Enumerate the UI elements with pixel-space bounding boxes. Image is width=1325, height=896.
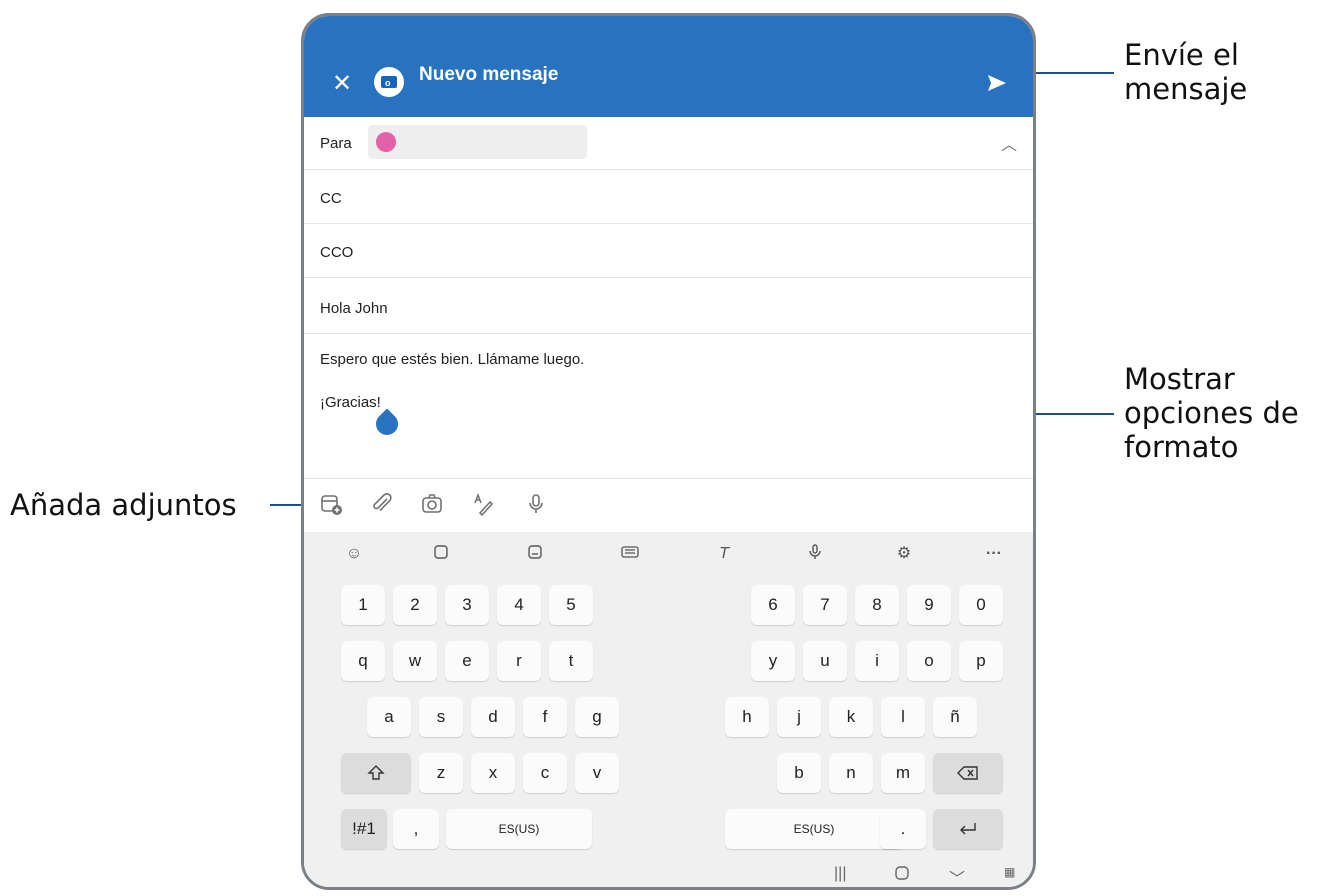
callout-format-line3: formato xyxy=(1124,430,1239,464)
key-z[interactable]: z xyxy=(419,753,463,793)
key-v[interactable]: v xyxy=(575,753,619,793)
callout-format: Mostrar opciones de formato xyxy=(1124,362,1299,464)
home-icon[interactable] xyxy=(894,865,910,886)
key-g[interactable]: g xyxy=(575,697,619,737)
subject-field[interactable]: Hola John xyxy=(304,278,1033,334)
key-8[interactable]: 8 xyxy=(855,585,899,625)
paperclip-icon[interactable] xyxy=(370,492,396,518)
key-0[interactable]: 0 xyxy=(959,585,1003,625)
comma-key[interactable]: , xyxy=(393,809,439,849)
key-m[interactable]: m xyxy=(881,753,925,793)
subject-text: Hola John xyxy=(320,300,388,317)
keyboard-hide-icon[interactable]: ▦ xyxy=(1004,865,1015,879)
emoji-icon[interactable]: ☺ xyxy=(344,544,364,564)
callout-format-line2: opciones de xyxy=(1124,396,1299,430)
key-6[interactable]: 6 xyxy=(751,585,795,625)
handwriting-icon[interactable]: T xyxy=(714,544,734,564)
period-key[interactable]: . xyxy=(880,809,926,849)
key-q[interactable]: q xyxy=(341,641,385,681)
keyboard-mode-icon[interactable] xyxy=(525,544,545,564)
message-body[interactable]: Espero que estés bien. Llámame luego. ¡G… xyxy=(304,334,1033,478)
key-5[interactable]: 5 xyxy=(549,585,593,625)
key-o[interactable]: o xyxy=(907,641,951,681)
microphone-icon[interactable] xyxy=(524,492,550,518)
message-line-2: ¡Gracias! xyxy=(320,394,381,411)
key-3[interactable]: 3 xyxy=(445,585,489,625)
key-r[interactable]: r xyxy=(497,641,541,681)
bcc-field[interactable]: CCO xyxy=(304,224,1033,278)
key-b[interactable]: b xyxy=(777,753,821,793)
key-h[interactable]: h xyxy=(725,697,769,737)
key-k[interactable]: k xyxy=(829,697,873,737)
key-u[interactable]: u xyxy=(803,641,847,681)
keyboard-icon[interactable] xyxy=(620,544,640,564)
cc-label: CC xyxy=(320,190,342,207)
key-t[interactable]: t xyxy=(549,641,593,681)
shift-icon[interactable] xyxy=(341,753,411,793)
key-i[interactable]: i xyxy=(855,641,899,681)
clipboard-icon[interactable] xyxy=(431,544,451,564)
key-l[interactable]: l xyxy=(881,697,925,737)
key-2[interactable]: 2 xyxy=(393,585,437,625)
key-j[interactable]: j xyxy=(777,697,821,737)
symbols-key[interactable]: !#1 xyxy=(341,809,387,849)
settings-icon[interactable]: ⚙ xyxy=(894,544,914,564)
outlook-logo-icon: o xyxy=(374,67,404,97)
callout-send-line1: Envíe el xyxy=(1124,38,1239,72)
callout-format-line1: Mostrar xyxy=(1124,362,1235,396)
key-ñ[interactable]: ñ xyxy=(933,697,977,737)
key-d[interactable]: d xyxy=(471,697,515,737)
contact-avatar xyxy=(376,132,396,152)
space-key-right[interactable]: ES(US) xyxy=(725,809,903,849)
key-4[interactable]: 4 xyxy=(497,585,541,625)
page-title: Nuevo mensaje xyxy=(419,64,559,85)
key-w[interactable]: w xyxy=(393,641,437,681)
callout-send: Envíe el mensaje xyxy=(1124,38,1247,106)
svg-text:o: o xyxy=(385,78,391,88)
voice-input-icon[interactable] xyxy=(805,544,825,564)
key-f[interactable]: f xyxy=(523,697,567,737)
device-frame: ✕ o Nuevo mensaje Para ︿ CC CCO Hola Joh… xyxy=(301,13,1036,890)
format-text-icon[interactable] xyxy=(472,492,498,518)
to-label: Para xyxy=(320,135,352,152)
camera-icon[interactable] xyxy=(420,492,446,518)
space-key-left[interactable]: ES(US) xyxy=(446,809,592,849)
navigation-bar: ||| ﹀ ▦ xyxy=(304,857,1033,887)
key-p[interactable]: p xyxy=(959,641,1003,681)
enter-icon[interactable] xyxy=(933,809,1003,849)
key-a[interactable]: a xyxy=(367,697,411,737)
compose-toolbar xyxy=(304,478,1033,532)
chevron-up-icon[interactable]: ︿ xyxy=(1001,131,1017,155)
key-9[interactable]: 9 xyxy=(907,585,951,625)
recent-apps-icon[interactable]: ||| xyxy=(834,865,846,883)
keyboard-toolbar: ☺ T ⚙ ··· xyxy=(304,532,1033,576)
backspace-icon[interactable] xyxy=(933,753,1003,793)
bcc-label: CCO xyxy=(320,244,354,261)
callout-attach: Añada adjuntos xyxy=(10,488,237,522)
callout-send-line2: mensaje xyxy=(1124,72,1248,106)
keyboard: ☺ T ⚙ ··· 12345 67890 qwert yuiop asdfg hjklñ… xyxy=(304,532,1033,887)
to-field[interactable]: Para ︿ xyxy=(304,117,1033,170)
attach-file-icon[interactable] xyxy=(319,492,345,518)
recipient-chip[interactable] xyxy=(368,125,587,159)
app-bar: ✕ o Nuevo mensaje xyxy=(304,16,1033,117)
key-y[interactable]: y xyxy=(751,641,795,681)
key-e[interactable]: e xyxy=(445,641,489,681)
back-icon[interactable]: ﹀ xyxy=(949,865,965,887)
cc-field[interactable]: CC xyxy=(304,170,1033,224)
key-x[interactable]: x xyxy=(471,753,515,793)
key-s[interactable]: s xyxy=(419,697,463,737)
key-1[interactable]: 1 xyxy=(341,585,385,625)
key-7[interactable]: 7 xyxy=(803,585,847,625)
key-n[interactable]: n xyxy=(829,753,873,793)
message-line-1: Espero que estés bien. Llámame luego. xyxy=(320,351,585,368)
key-c[interactable]: c xyxy=(523,753,567,793)
close-icon[interactable]: ✕ xyxy=(332,72,352,96)
send-icon[interactable] xyxy=(986,72,1008,99)
callout-send-line xyxy=(1036,72,1114,74)
more-options-icon[interactable]: ··· xyxy=(984,544,1004,564)
